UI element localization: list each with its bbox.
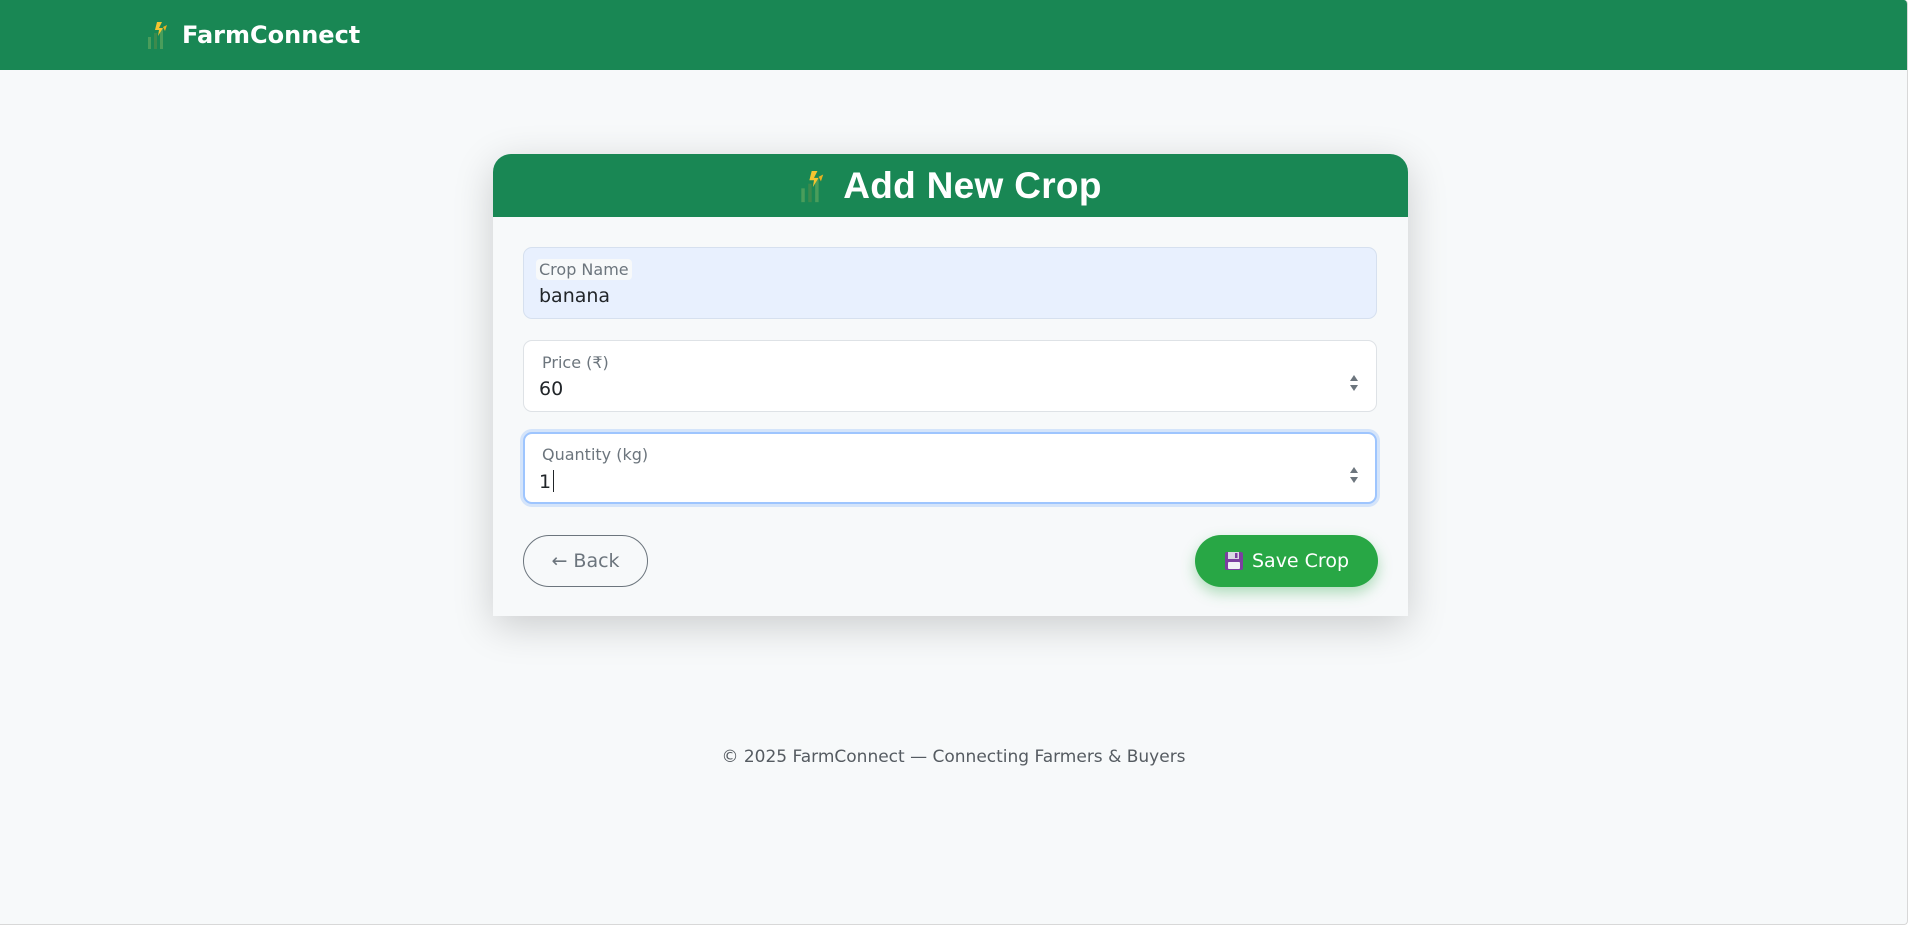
floppy-disk-icon [1224, 552, 1243, 570]
brand-link[interactable]: FarmConnect [146, 0, 360, 70]
page-title: Add New Crop [843, 164, 1102, 206]
text-cursor [553, 470, 555, 492]
crop-name-field[interactable]: Crop Name banana [523, 247, 1377, 319]
price-label: Price (₹) [542, 353, 609, 372]
crop-name-label: Crop Name [536, 259, 632, 280]
footer-text: © 2025 FarmConnect — Connecting Farmers … [721, 747, 1186, 767]
crop-icon [148, 22, 167, 49]
crop-icon [801, 170, 824, 202]
price-field[interactable]: Price (₹) 60 [523, 340, 1377, 412]
price-stepper[interactable] [1348, 372, 1360, 394]
navbar: FarmConnect [0, 0, 1907, 70]
quantity-value: 1 [539, 471, 552, 493]
add-crop-card: Add New Crop Crop Name banana Price (₹) … [493, 154, 1408, 616]
footer: © 2025 FarmConnect — Connecting Farmers … [0, 747, 1907, 767]
save-crop-button[interactable]: Save Crop [1195, 535, 1378, 587]
quantity-value-wrap: 1 [539, 470, 555, 493]
save-crop-label: Save Crop [1251, 550, 1350, 572]
card-header: Add New Crop [493, 154, 1408, 217]
quantity-field[interactable]: Quantity (kg) 1 [523, 432, 1377, 504]
price-value: 60 [539, 378, 564, 400]
back-button[interactable]: ← Back [523, 535, 648, 587]
quantity-stepper[interactable] [1348, 464, 1360, 486]
quantity-label: Quantity (kg) [542, 445, 649, 464]
app-window: FarmConnect Add New Crop Crop Name banan… [0, 0, 1908, 925]
brand-name: FarmConnect [182, 21, 361, 49]
crop-name-value: banana [539, 285, 611, 307]
